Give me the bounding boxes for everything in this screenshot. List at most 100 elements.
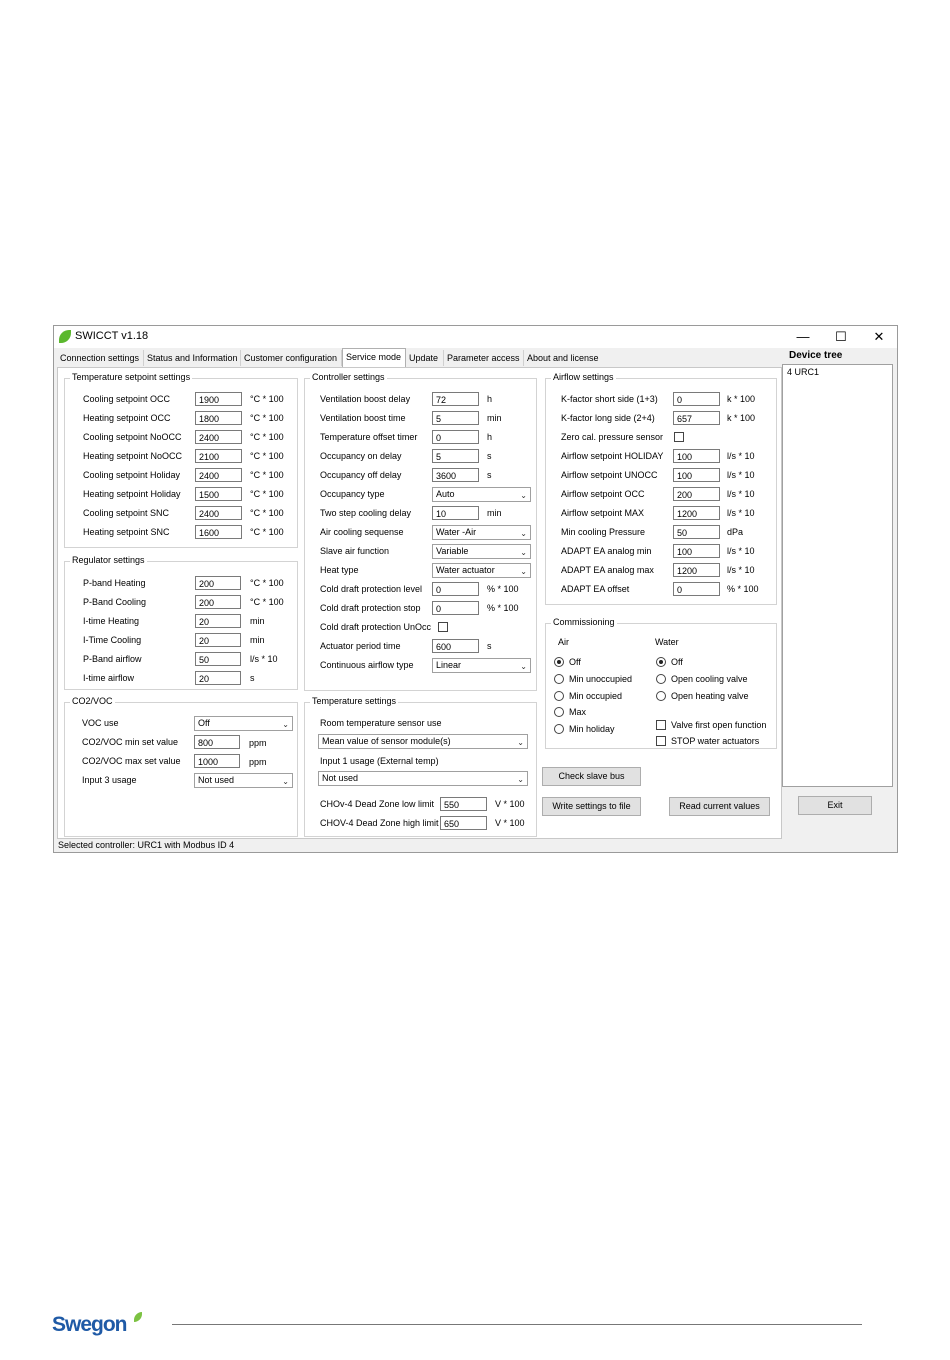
exit-button[interactable]: Exit	[798, 796, 872, 815]
p-band-cooling-input[interactable]: 200	[195, 595, 241, 609]
co2-voc-min-input[interactable]: 800	[194, 735, 240, 749]
cooling-setpoint-noocc-input[interactable]: 2400	[195, 430, 242, 444]
tab-update[interactable]: Update	[406, 350, 444, 366]
temperature-setpoint-group: Temperature setpoint settings Cooling se…	[64, 372, 298, 548]
voc-use-select[interactable]: Off ⌄	[194, 716, 293, 731]
field-unit: °C * 100	[250, 489, 284, 499]
field-label: Occupancy on delay	[320, 451, 402, 461]
two-step-cooling-delay-input[interactable]: 10	[432, 506, 479, 520]
tab-status-information[interactable]: Status and Information	[144, 350, 241, 366]
air-min-occupied-radio[interactable]	[554, 691, 564, 701]
cold-draft-stop-input[interactable]: 0	[432, 601, 479, 615]
window-title: SWICCT v1.18	[75, 330, 149, 342]
air-cooling-sequence-select[interactable]: Water -Air ⌄	[432, 525, 531, 540]
tab-service-mode[interactable]: Service mode	[342, 348, 406, 367]
dead-zone-high-input[interactable]: 650	[440, 816, 487, 830]
field-label: VOC use	[82, 718, 119, 728]
cold-draft-unocc-checkbox[interactable]	[438, 622, 448, 632]
p-band-heating-input[interactable]: 200	[195, 576, 241, 590]
select-value: Water -Air	[436, 527, 477, 537]
occupancy-on-delay-input[interactable]: 5	[432, 449, 479, 463]
adapt-ea-offset-input[interactable]: 0	[673, 582, 720, 596]
radio-label: Open heating valve	[671, 691, 749, 701]
occupancy-type-select[interactable]: Auto ⌄	[432, 487, 531, 502]
co2-voc-max-input[interactable]: 1000	[194, 754, 240, 768]
room-temperature-sensor-select[interactable]: Mean value of sensor module(s) ⌄	[318, 734, 528, 749]
zero-cal-pressure-checkbox[interactable]	[674, 432, 684, 442]
write-settings-button[interactable]: Write settings to file	[542, 797, 641, 816]
tab-about-license[interactable]: About and license	[524, 350, 604, 366]
field-unit: °C * 100	[250, 470, 284, 480]
air-max-radio[interactable]	[554, 707, 564, 717]
maximize-button[interactable]: ☐	[826, 328, 856, 346]
ventilation-boost-delay-input[interactable]: 72	[432, 392, 479, 406]
i-time-cooling-input[interactable]: 20	[195, 633, 241, 647]
k-factor-long-input[interactable]: 657	[673, 411, 720, 425]
actuator-period-time-input[interactable]: 600	[432, 639, 479, 653]
continuous-airflow-type-select[interactable]: Linear ⌄	[432, 658, 531, 673]
input-1-usage-select[interactable]: Not used ⌄	[318, 771, 528, 786]
air-min-holiday-radio[interactable]	[554, 724, 564, 734]
air-off-radio[interactable]	[554, 657, 564, 667]
co2-voc-group: CO2/VOC VOC use Off ⌄ CO2/VOC min set val…	[64, 696, 298, 837]
adapt-ea-analog-min-input[interactable]: 100	[673, 544, 720, 558]
field-unit: min	[487, 508, 502, 518]
tab-parameter-access[interactable]: Parameter access	[444, 350, 524, 366]
adapt-ea-analog-max-input[interactable]: 1200	[673, 563, 720, 577]
check-slave-bus-button[interactable]: Check slave bus	[542, 767, 641, 786]
field-label: K-factor short side (1+3)	[561, 394, 658, 404]
air-min-unoccupied-radio[interactable]	[554, 674, 564, 684]
close-button[interactable]: ✕	[864, 328, 894, 346]
i-time-airflow-input[interactable]: 20	[195, 671, 241, 685]
input-3-usage-select[interactable]: Not used ⌄	[194, 773, 293, 788]
field-unit: l/s * 10	[250, 654, 278, 664]
i-time-heating-input[interactable]: 20	[195, 614, 241, 628]
field-unit: ppm	[249, 738, 267, 748]
valve-first-open-checkbox[interactable]	[656, 720, 666, 730]
heat-type-select[interactable]: Water actuator ⌄	[432, 563, 531, 578]
airflow-setpoint-occ-input[interactable]: 200	[673, 487, 720, 501]
device-tree-item[interactable]: 4 URC1	[787, 367, 819, 377]
field-label: K-factor long side (2+4)	[561, 413, 655, 423]
cooling-setpoint-snc-input[interactable]: 2400	[195, 506, 242, 520]
read-current-values-button[interactable]: Read current values	[669, 797, 770, 816]
water-open-cooling-radio[interactable]	[656, 674, 666, 684]
k-factor-short-input[interactable]: 0	[673, 392, 720, 406]
field-unit: °C * 100	[250, 413, 284, 423]
min-cooling-pressure-input[interactable]: 50	[673, 525, 720, 539]
heating-setpoint-noocc-input[interactable]: 2100	[195, 449, 242, 463]
field-unit: °C * 100	[250, 597, 284, 607]
water-open-heating-radio[interactable]	[656, 691, 666, 701]
ventilation-boost-time-input[interactable]: 5	[432, 411, 479, 425]
heating-setpoint-occ-input[interactable]: 1800	[195, 411, 242, 425]
field-label: Room temperature sensor use	[320, 718, 442, 728]
cooling-setpoint-occ-input[interactable]: 1900	[195, 392, 242, 406]
field-label: CHOv-4 Dead Zone low limit	[320, 799, 435, 809]
group-title: Commissioning	[551, 617, 617, 627]
field-label: Cold draft protection stop	[320, 603, 421, 613]
minimize-button[interactable]: —	[788, 328, 818, 346]
tab-customer-configuration[interactable]: Customer configuration	[241, 350, 342, 366]
stop-water-actuators-checkbox[interactable]	[656, 736, 666, 746]
chevron-down-icon: ⌄	[520, 567, 527, 576]
field-unit: dPa	[727, 527, 744, 537]
airflow-setpoint-unocc-input[interactable]: 100	[673, 468, 720, 482]
airflow-setpoint-holiday-input[interactable]: 100	[673, 449, 720, 463]
airflow-setpoint-max-input[interactable]: 1200	[673, 506, 720, 520]
heating-setpoint-holiday-input[interactable]: 1500	[195, 487, 242, 501]
tab-connection-settings[interactable]: Connection settings	[57, 350, 144, 366]
field-label: ADAPT EA offset	[561, 584, 630, 594]
p-band-airflow-input[interactable]: 50	[195, 652, 241, 666]
dead-zone-low-input[interactable]: 550	[440, 797, 487, 811]
temperature-offset-timer-input[interactable]: 0	[432, 430, 479, 444]
radio-label: Min occupied	[569, 691, 623, 701]
cooling-setpoint-holiday-input[interactable]: 2400	[195, 468, 242, 482]
occupancy-off-delay-input[interactable]: 3600	[432, 468, 479, 482]
water-off-radio[interactable]	[656, 657, 666, 667]
field-unit: l/s * 10	[727, 546, 755, 556]
checkbox-label: STOP water actuators	[671, 736, 760, 746]
cold-draft-level-input[interactable]: 0	[432, 582, 479, 596]
slave-air-function-select[interactable]: Variable ⌄	[432, 544, 531, 559]
heating-setpoint-snc-input[interactable]: 1600	[195, 525, 242, 539]
field-label: Actuator period time	[320, 641, 401, 651]
